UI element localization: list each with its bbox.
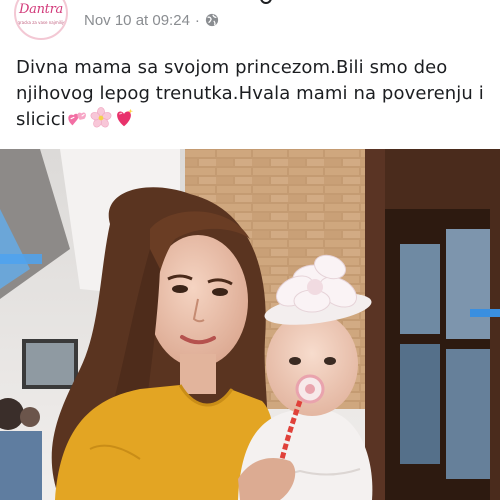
post-photo[interactable] <box>0 149 500 500</box>
author-name-fragment[interactable] <box>260 0 272 4</box>
post-meta: Nov 10 at 09:24 · <box>84 12 219 29</box>
post-caption: Divna mama sa svojom princezom.Bili smo … <box>16 55 492 133</box>
cherry-blossom-icon <box>90 107 112 128</box>
meta-separator: · <box>194 12 200 29</box>
photo-illustration <box>0 149 500 500</box>
avatar-logo-text: Dantra <box>19 2 63 17</box>
post-timestamp[interactable]: Nov 10 at 09:24 <box>84 12 190 29</box>
avatar-logo-subtext: igracka za vase najmilije <box>16 20 66 25</box>
two-hearts-icon <box>68 112 86 126</box>
sparkling-heart-icon <box>116 108 134 127</box>
globe-icon[interactable] <box>205 13 219 27</box>
post-header: Dantra igracka za vase najmilije Nov 10 … <box>0 0 500 40</box>
page-avatar[interactable]: Dantra igracka za vase najmilije <box>14 0 68 40</box>
